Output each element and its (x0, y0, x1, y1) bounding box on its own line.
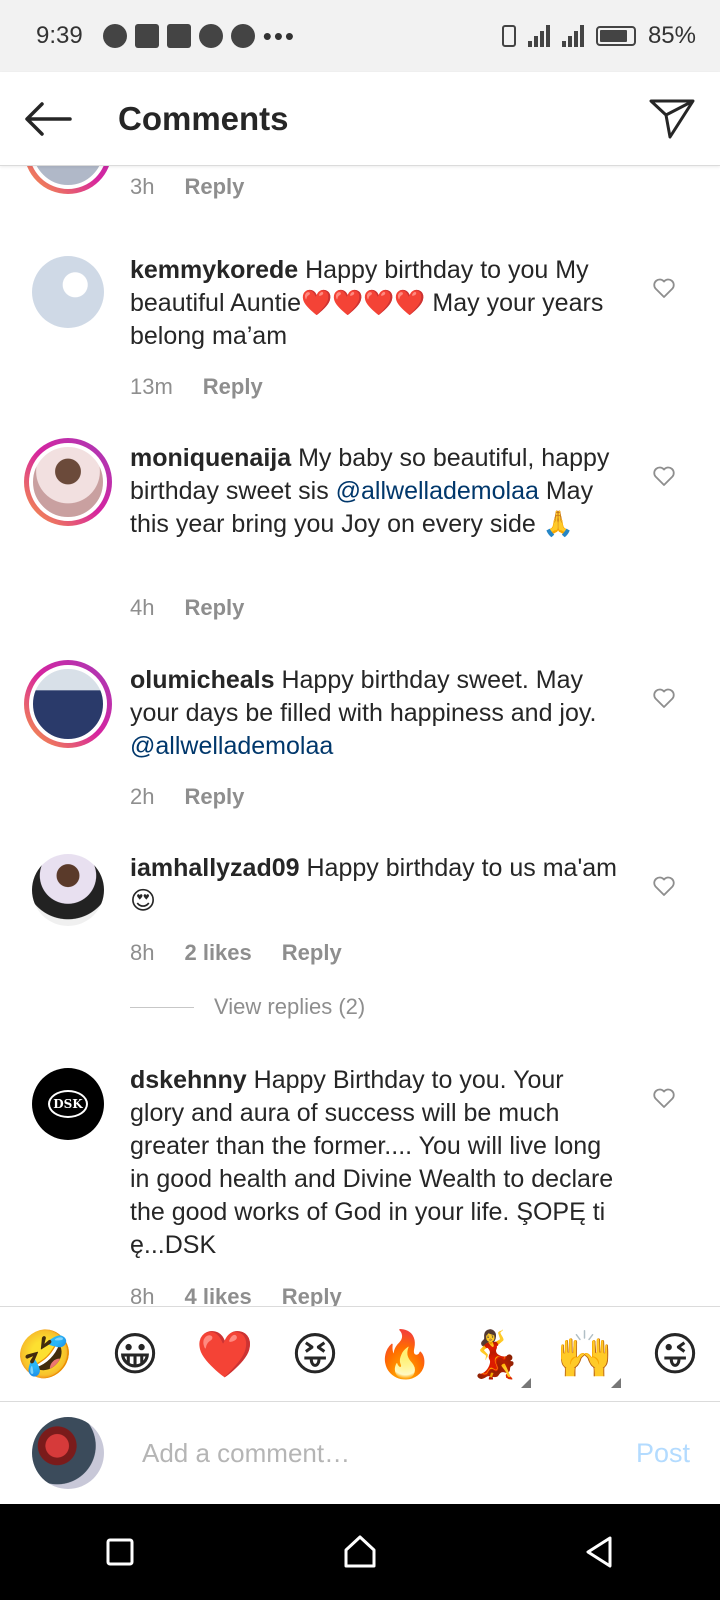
avatar[interactable] (24, 438, 112, 526)
news-icon (166, 24, 191, 48)
comment-item: moniquenaija My baby so beautiful, happy… (0, 438, 720, 642)
app-header: Comments (0, 72, 720, 166)
comments-list[interactable]: 3h Reply kemmykorede Happy birthday to y… (0, 166, 720, 1306)
reaction-emoji: 🙌 (556, 1328, 614, 1380)
view-replies-line (130, 1006, 194, 1008)
comment-meta: 4h Reply (130, 595, 244, 621)
comment-time: 13m (130, 374, 173, 399)
circle-icon (230, 24, 255, 48)
likes-count[interactable]: 2 likes (184, 940, 251, 966)
status-time: 9:39 (36, 22, 83, 49)
reaction-emoji-variants[interactable]: 💃 (463, 1322, 531, 1388)
vibrate-icon (501, 25, 516, 47)
comment-item: DSK dskehnny Happy Birthday to you. Your… (0, 1064, 720, 1306)
reply-button[interactable]: Reply (184, 595, 244, 621)
comment-body: Happy Birthday to you. Your glory and au… (130, 1066, 614, 1259)
avatar[interactable] (24, 166, 112, 194)
comment-meta: 8h 2 likes Reply (130, 940, 342, 966)
variant-indicator-icon (611, 1378, 621, 1388)
comment-item: 3h Reply (0, 166, 720, 226)
recents-icon[interactable] (100, 1532, 140, 1572)
my-avatar (32, 1417, 104, 1489)
comment-input[interactable]: Add a comment… (142, 1438, 636, 1469)
view-replies-label: View replies (2) (214, 994, 366, 1019)
comment-time: 8h (130, 940, 155, 965)
reply-button[interactable]: Reply (184, 174, 244, 200)
comment-meta: 8h 4 likes Reply (130, 1284, 342, 1306)
back-button[interactable] (0, 72, 96, 166)
notification-icons: ••• (102, 20, 297, 52)
comment-text: olumicheals Happy birthday sweet. May yo… (130, 664, 620, 763)
reaction-emoji[interactable]: ❤️ (193, 1322, 257, 1386)
battery-icon (595, 26, 636, 46)
music-icon (102, 24, 127, 48)
comment-time: 3h (130, 174, 155, 199)
comment-meta: 2h Reply (130, 784, 244, 810)
heart-icon[interactable] (652, 464, 676, 488)
messenger-icon (198, 24, 223, 48)
avatar-logo: DSK (48, 1090, 88, 1118)
reaction-emoji[interactable]: 😝 (283, 1322, 347, 1386)
avatar[interactable]: DSK (32, 1068, 104, 1140)
more-dots-icon: ••• (262, 20, 297, 51)
comment-time: 2h (130, 784, 155, 809)
avatar[interactable] (32, 854, 104, 926)
page-title: Comments (118, 99, 289, 137)
comment-text: moniquenaija My baby so beautiful, happy… (130, 442, 620, 541)
status-left: 9:39 ••• (36, 21, 296, 52)
heart-icon[interactable] (652, 276, 676, 300)
reply-button[interactable]: Reply (203, 374, 263, 400)
comment-item: iamhallyzad09 Happy birthday to us ma'am… (0, 852, 720, 1032)
paper-plane-icon (649, 99, 695, 138)
reaction-emoji[interactable]: 🔥 (373, 1322, 437, 1386)
variant-indicator-icon (521, 1378, 531, 1388)
reply-button[interactable]: Reply (282, 1284, 342, 1306)
heart-icon[interactable] (652, 686, 676, 710)
comment-username[interactable]: iamhallyzad09 (130, 854, 300, 882)
likes-count[interactable]: 4 likes (184, 1284, 251, 1306)
mention-link[interactable]: @allwellademolaa (336, 477, 539, 505)
comment-username[interactable]: moniquenaija (130, 444, 291, 472)
comment-username[interactable]: dskehnny (130, 1066, 247, 1094)
mention-link[interactable]: @allwellademolaa (130, 732, 333, 760)
reply-button[interactable]: Reply (184, 784, 244, 810)
reaction-emoji[interactable]: 😜 (643, 1322, 707, 1386)
view-replies-button[interactable]: View replies (2) (130, 994, 365, 1020)
comment-composer: Add a comment… Post (0, 1402, 720, 1504)
back-nav-icon[interactable] (580, 1532, 620, 1572)
signal-icon (527, 25, 550, 47)
reaction-emoji: 💃 (466, 1328, 524, 1380)
status-right: 85% (501, 22, 696, 50)
avatar[interactable] (32, 256, 104, 328)
back-arrow-icon (25, 101, 72, 136)
avatar[interactable] (24, 660, 112, 748)
facebook-icon (134, 24, 159, 48)
comment-text: kemmykorede Happy birthday to you My bea… (130, 254, 620, 353)
comment-username[interactable]: kemmykorede (130, 256, 298, 284)
comment-time: 4h (130, 595, 155, 620)
comment-text: dskehnny Happy Birthday to you. Your glo… (130, 1064, 620, 1262)
comment-time: 8h (130, 1284, 155, 1306)
comment-text: iamhallyzad09 Happy birthday to us ma'am… (130, 852, 620, 918)
battery-percent: 85% (647, 22, 696, 49)
signal-icon (561, 25, 584, 47)
system-nav-bar (0, 1504, 720, 1600)
reaction-emoji[interactable]: 😀 (103, 1322, 167, 1386)
comment-meta: 13m Reply (130, 374, 263, 400)
reply-button[interactable]: Reply (282, 940, 342, 966)
heart-icon[interactable] (652, 1086, 676, 1110)
comment-item: olumicheals Happy birthday sweet. May yo… (0, 660, 720, 834)
comment-username[interactable]: olumicheals (130, 666, 275, 694)
share-button[interactable] (624, 72, 720, 166)
comment-meta: 3h Reply (130, 174, 244, 200)
battery-level (599, 30, 627, 42)
quick-reactions-bar: 🤣 😀 ❤️ 😝 🔥 💃 🙌 😜 (0, 1306, 720, 1402)
comment-item: kemmykorede Happy birthday to you My bea… (0, 254, 720, 434)
status-bar: 9:39 ••• 85% (0, 0, 720, 72)
reaction-emoji[interactable]: 🤣 (13, 1322, 77, 1386)
home-icon[interactable] (340, 1532, 380, 1572)
reaction-emoji-variants[interactable]: 🙌 (553, 1322, 621, 1388)
post-button[interactable]: Post (636, 1438, 690, 1469)
heart-icon[interactable] (652, 874, 676, 898)
